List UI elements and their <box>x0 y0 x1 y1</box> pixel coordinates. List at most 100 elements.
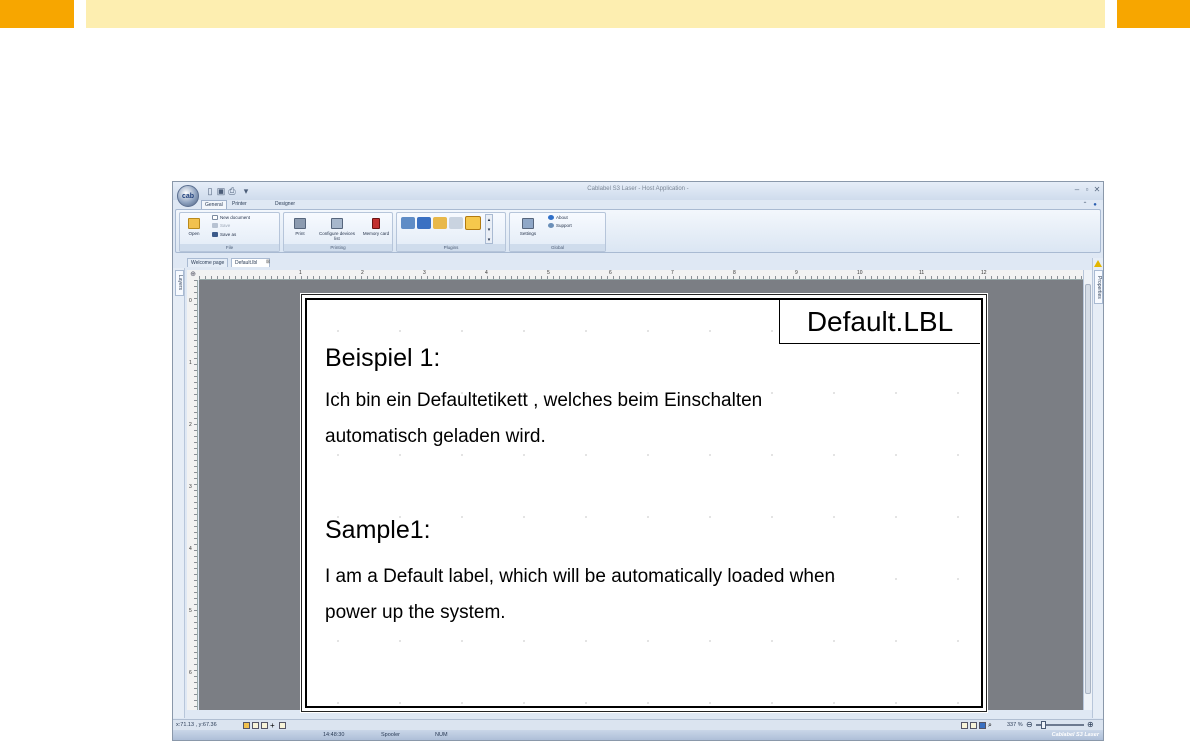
tab-designer[interactable]: Designer <box>272 200 298 209</box>
view-page-icon[interactable] <box>961 722 968 729</box>
label-border: Default.LBL Beispiel 1: Ich bin ein Defa… <box>305 298 983 708</box>
printer-icon <box>294 218 306 229</box>
folder-icon <box>188 218 200 229</box>
app-menu-button[interactable]: cab <box>177 185 199 207</box>
status-bar-secondary: 14:48:30 Spooler NUM Cablabel S3 Laser <box>173 730 1103 740</box>
ruler-h-number: 5 <box>547 270 550 276</box>
ruler-origin-icon[interactable]: ⊕ <box>187 270 199 280</box>
device-list-icon <box>331 218 343 229</box>
save-as-button[interactable]: Save as <box>212 232 236 238</box>
tab-printer-spooler[interactable]: Printer Spooler <box>229 200 252 216</box>
settings-button[interactable]: Settings <box>516 218 540 236</box>
status-bar: x:71.13 , y:67.36 + ⌕ 337 % ⊖ ⊕ <box>173 719 1103 730</box>
plugin-monitor-icon[interactable] <box>417 217 431 229</box>
tab-welcome-page[interactable]: Welcome page <box>187 258 229 267</box>
heading-english[interactable]: Sample1: <box>325 516 431 545</box>
cursor-coordinates: x:71.13 , y:67.36 <box>176 722 217 728</box>
body-german-line-1[interactable]: Ich bin ein Defaultetikett , welches bei… <box>325 384 762 418</box>
close-button[interactable]: ✕ <box>1093 185 1101 195</box>
ruler-v-number: 6 <box>189 670 192 676</box>
document-tabs: Welcome page Default.lbl ⊠ <box>187 258 1087 267</box>
group-plugins: ▴ ▾ ▾ Plugins <box>396 212 506 252</box>
body-german-line-2[interactable]: automatisch geladen wird. <box>325 420 546 454</box>
layers-panel: Layers <box>173 268 185 718</box>
vertical-scrollbar[interactable] <box>1083 270 1092 710</box>
group-global: Settings About Support Global <box>509 212 606 252</box>
snap-icon[interactable] <box>261 722 268 729</box>
ruler-h-number: 2 <box>361 270 364 276</box>
configure-devices-button[interactable]: Configure devices list <box>318 218 356 241</box>
vertical-ruler: 0 1 2 3 4 5 6 <box>187 280 198 710</box>
header-bar-left <box>0 0 74 28</box>
save-button[interactable]: Save <box>212 223 230 229</box>
scrollbar-thumb[interactable] <box>1085 284 1091 694</box>
ribbon: Open New document Save Save as File Prin… <box>175 209 1101 253</box>
title-bar: ▯ ▣ ⎙ ▾ Cablabel S3 Laser - Host Applica… <box>173 182 1103 200</box>
plugin-designer-icon[interactable] <box>401 217 415 229</box>
heading-german[interactable]: Beispiel 1: <box>325 344 440 373</box>
body-english-line-1[interactable]: I am a Default label, which will be auto… <box>325 560 835 594</box>
ruler-v-number: 3 <box>189 484 192 490</box>
view-width-icon[interactable] <box>970 722 977 729</box>
zoom-level: 337 % <box>1007 722 1023 728</box>
properties-panel-tab[interactable]: Properties <box>1094 270 1103 304</box>
plugin-key-icon[interactable] <box>465 216 481 230</box>
plugin-document-icon[interactable] <box>449 217 463 229</box>
ruler-h-number: 10 <box>857 270 863 276</box>
window-title: Cablabel S3 Laser - Host Application - <box>587 186 689 192</box>
new-document-button[interactable]: New document <box>212 215 250 221</box>
tab-general[interactable]: General <box>201 200 227 209</box>
disk-icon <box>212 223 218 229</box>
save-as-icon <box>212 232 218 238</box>
header-bar-center <box>86 0 1105 28</box>
label-name-box[interactable]: Default.LBL <box>779 300 980 344</box>
view-actual-icon[interactable] <box>979 722 986 729</box>
layers-panel-tab[interactable]: Layers <box>175 270 184 296</box>
grid-toggle-icon[interactable] <box>243 722 250 729</box>
label-sheet[interactable]: Default.LBL Beispiel 1: Ich bin ein Defa… <box>301 294 987 712</box>
horizontal-ruler: 1 2 3 4 5 6 7 8 9 10 11 12 <box>199 270 1083 280</box>
ruler-h-number: 7 <box>671 270 674 276</box>
zoom-out-icon[interactable]: ⊖ <box>1026 720 1033 730</box>
print-button[interactable]: Print <box>288 218 312 236</box>
zoom-icon[interactable]: ⌕ <box>988 722 995 729</box>
crosshair-icon[interactable]: + <box>270 722 277 730</box>
memory-card-button[interactable]: Memory card <box>360 218 392 236</box>
header-bar-right <box>1117 0 1190 28</box>
plugins-scroll-icon[interactable]: ▴ ▾ ▾ <box>485 214 493 244</box>
design-canvas[interactable]: Default.LBL Beispiel 1: Ich bin ein Defa… <box>199 280 1083 712</box>
new-document-icon <box>212 215 218 221</box>
status-num: NUM <box>435 732 448 738</box>
ruler-h-number: 12 <box>981 270 987 276</box>
group-printing-caption: Printing <box>284 244 392 251</box>
minimize-button[interactable]: – <box>1073 185 1081 195</box>
ruler-v-number: 4 <box>189 546 192 552</box>
support-icon <box>548 223 554 229</box>
ruler-h-number: 9 <box>795 270 798 276</box>
open-button[interactable]: Open <box>183 218 205 236</box>
ruler-h-number: 1 <box>299 270 302 276</box>
grid-icon[interactable] <box>252 722 259 729</box>
group-file: Open New document Save Save as File <box>179 212 280 252</box>
group-plugins-caption: Plugins <box>397 244 505 251</box>
group-global-caption: Global <box>510 244 605 251</box>
ruler-h-number: 3 <box>423 270 426 276</box>
group-file-caption: File <box>180 244 279 251</box>
about-button[interactable]: About <box>548 215 568 221</box>
zoom-slider-thumb[interactable] <box>1041 721 1046 729</box>
plugin-database-icon[interactable] <box>433 217 447 229</box>
warning-icon <box>1094 260 1102 267</box>
close-tab-icon[interactable]: ⊠ <box>263 258 273 267</box>
ruler-h-number: 8 <box>733 270 736 276</box>
ruler-toggle-icon[interactable] <box>279 722 286 729</box>
ruler-h-number: 6 <box>609 270 612 276</box>
properties-panel: Properties <box>1092 258 1103 718</box>
support-button[interactable]: Support <box>548 223 572 229</box>
restore-button[interactable]: ▫ <box>1083 185 1091 195</box>
status-time: 14:48:30 <box>323 732 345 738</box>
body-english-line-2[interactable]: power up the system. <box>325 596 506 630</box>
group-printing: Print Configure devices list Memory card… <box>283 212 393 252</box>
ruler-h-number: 11 <box>919 270 925 276</box>
ruler-v-number: 1 <box>189 360 192 366</box>
zoom-in-icon[interactable]: ⊕ <box>1087 720 1094 730</box>
